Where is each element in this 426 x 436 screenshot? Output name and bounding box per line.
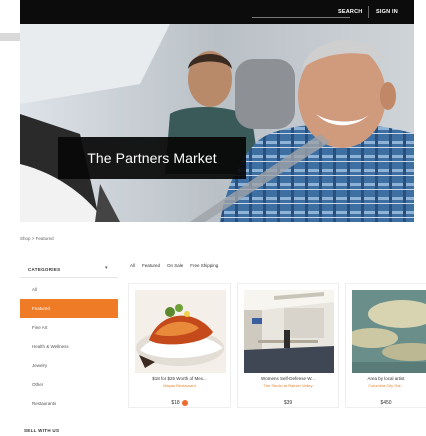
- hero-title: The Partners Market: [87, 150, 217, 166]
- product-image[interactable]: [352, 290, 426, 373]
- product-price-row: $39: [238, 400, 338, 406]
- left-edge-tab: [0, 33, 20, 41]
- product-price: $450: [380, 400, 392, 406]
- categories-title: CATEGORIES: [28, 267, 61, 272]
- filter-free-shipping[interactable]: Free Shipping: [190, 263, 218, 268]
- filter-on-sale[interactable]: On Sale: [167, 263, 183, 268]
- product-card[interactable]: $18 for $25 Worth of Mex... Mayas Restau…: [128, 283, 231, 408]
- caret-down-icon[interactable]: ▾: [105, 265, 108, 271]
- category-sidebar: CATEGORIES ▾ All Featured Fine Art Healt…: [20, 262, 118, 413]
- top-navbar: SEARCH SIGN IN: [20, 0, 414, 24]
- product-price-row: $18: [129, 400, 230, 406]
- sale-dot-icon: [181, 400, 188, 406]
- category-item-featured[interactable]: Featured: [20, 299, 118, 318]
- category-list: All Featured Fine Art Health & Wellness …: [20, 280, 118, 413]
- filter-featured[interactable]: Featured: [142, 263, 160, 268]
- product-card[interactable]: Womens Self-Defense W... The Studio at R…: [237, 283, 339, 408]
- search-button[interactable]: SEARCH: [338, 0, 362, 24]
- product-image[interactable]: [244, 290, 334, 373]
- filter-tabs: All Featured On Sale Free Shipping: [130, 263, 218, 268]
- categories-header[interactable]: CATEGORIES ▾: [20, 262, 118, 278]
- product-price-row: $450: [346, 400, 426, 406]
- sign-in-button[interactable]: SIGN IN: [376, 0, 398, 24]
- hero-photo: [20, 24, 414, 222]
- category-item-all[interactable]: All: [20, 280, 118, 299]
- breadcrumb[interactable]: Shop > Featured: [20, 236, 54, 241]
- category-item-health-wellness[interactable]: Health & Wellness: [20, 337, 118, 356]
- category-item-restaurants[interactable]: Restaurants: [20, 394, 118, 413]
- category-item-other[interactable]: Other: [20, 375, 118, 394]
- hero-banner: The Partners Market: [20, 24, 414, 222]
- search-input[interactable]: [252, 17, 350, 18]
- product-title[interactable]: Area by local artist: [346, 376, 426, 381]
- filter-all[interactable]: All: [130, 263, 135, 268]
- category-item-fine-art[interactable]: Fine Art: [20, 318, 118, 337]
- sell-with-us-link[interactable]: SELL WITH US: [24, 428, 59, 433]
- category-item-jewelry[interactable]: Jewelry: [20, 356, 118, 375]
- product-seller[interactable]: The Studio at Rainier Valley: [238, 383, 338, 388]
- product-price: $18: [171, 400, 180, 406]
- hero-title-box: The Partners Market: [58, 137, 246, 179]
- product-seller[interactable]: Columbia City Gal...: [346, 383, 426, 388]
- nav-divider: [368, 6, 369, 18]
- product-price: $39: [283, 400, 293, 406]
- product-card[interactable]: Area by local artist Columbia City Gal..…: [345, 283, 426, 408]
- product-title[interactable]: $18 for $25 Worth of Mex...: [129, 376, 230, 381]
- product-image[interactable]: [135, 290, 226, 373]
- product-seller[interactable]: Mayas Restaurant: [129, 383, 230, 388]
- product-title[interactable]: Womens Self-Defense W...: [238, 376, 338, 381]
